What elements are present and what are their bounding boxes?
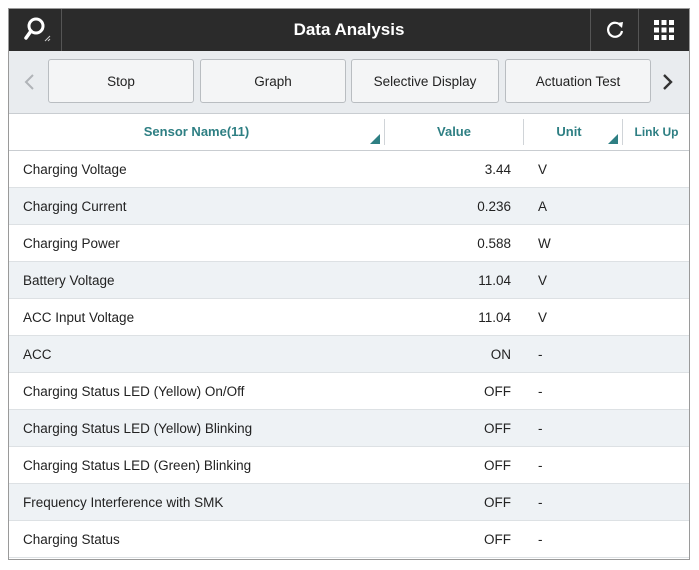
sensor-value: OFF [484,421,511,436]
chevron-left-icon [24,74,34,90]
table-row[interactable]: Charging Voltage 3.44 V [9,151,689,188]
sensor-unit: V [538,310,548,325]
search-button[interactable] [15,9,62,51]
sensor-name-header[interactable]: Sensor Name(11) [9,114,384,150]
grid-menu-icon [653,20,674,40]
sensor-value: OFF [484,458,511,473]
sensor-name: ACC Input Voltage [23,310,135,325]
table-row[interactable]: Charging Current 0.236 A [9,188,689,225]
sort-triangle-icon[interactable] [370,134,380,144]
link-up-header[interactable]: Link Up [624,114,689,150]
refresh-icon [606,21,623,38]
sensor-name: ACC [23,347,52,362]
sensor-value: 11.04 [478,273,511,288]
sensor-value: 11.04 [478,310,511,325]
title-bar: Data Analysis [9,9,689,51]
sensor-name: Charging Status LED (Yellow) On/Off [23,384,245,399]
refresh-button[interactable] [590,9,639,51]
sensor-value: 3.44 [484,162,511,177]
table-row[interactable]: Frequency Interference with SMK OFF - [9,484,689,521]
selective-display-button[interactable]: Selective Display [351,59,499,103]
sensor-table-body: Charging Voltage 3.44 V Charging Current… [9,151,689,558]
table-row[interactable]: Charging Status LED (Green) Blinking OFF… [9,447,689,484]
table-row[interactable]: Battery Voltage 11.04 V [9,262,689,299]
sensor-name: Charging Voltage [23,162,127,177]
sensor-unit: - [538,458,543,473]
scroll-right-button[interactable] [652,51,682,113]
page-title: Data Analysis [293,20,405,39]
actuation-test-button[interactable]: Actuation Test [505,59,651,103]
sensor-unit: A [538,199,548,214]
graph-button[interactable]: Graph [200,59,346,103]
table-row[interactable]: Charging Status LED (Yellow) Blinking OF… [9,410,689,447]
sensor-unit: - [538,421,543,436]
sensor-unit: V [538,162,548,177]
data-analysis-window: Data Analysis Stop Graph Selective Displ… [8,8,690,560]
table-row[interactable]: Charging Status LED (Yellow) On/Off OFF … [9,373,689,410]
sensor-name: Charging Current [23,199,127,214]
sensor-unit: W [538,236,551,251]
sensor-value: 0.236 [477,199,511,214]
table-header: Sensor Name(11) Value Unit Link Up [9,114,689,151]
chevron-right-icon [663,74,673,90]
stop-button[interactable]: Stop [48,59,194,103]
sensor-name: Frequency Interference with SMK [23,495,224,510]
sensor-value: OFF [484,532,511,547]
sensor-value: ON [490,347,511,362]
grid-menu-button[interactable] [638,9,689,51]
table-row[interactable]: Charging Status OFF - [9,521,689,558]
sensor-unit: - [538,347,543,362]
sensor-name: Charging Status LED (Yellow) Blinking [23,421,253,436]
table-row[interactable]: ACC ON - [9,336,689,373]
sensor-value: 0.588 [477,236,511,251]
sensor-unit: - [538,384,543,399]
table-row[interactable]: Charging Power 0.588 W [9,225,689,262]
sensor-unit: V [538,273,548,288]
scroll-left-button[interactable] [15,51,45,113]
toolbar: Stop Graph Selective Display Actuation T… [9,51,689,114]
value-header: Value [437,124,471,139]
sensor-value: OFF [484,384,511,399]
sensor-unit: - [538,532,543,547]
sort-triangle-icon[interactable] [608,134,618,144]
sensor-name: Charging Status LED (Green) Blinking [23,458,252,473]
sensor-name: Charging Power [23,236,120,251]
table-row[interactable]: ACC Input Voltage 11.04 V [9,299,689,336]
sensor-value: OFF [484,495,511,510]
column-divider [622,119,623,145]
search-icon [24,17,51,42]
sensor-name: Charging Status [23,532,120,547]
sensor-unit: - [538,495,543,510]
unit-header[interactable]: Unit [524,114,614,150]
sensor-name: Battery Voltage [23,273,115,288]
